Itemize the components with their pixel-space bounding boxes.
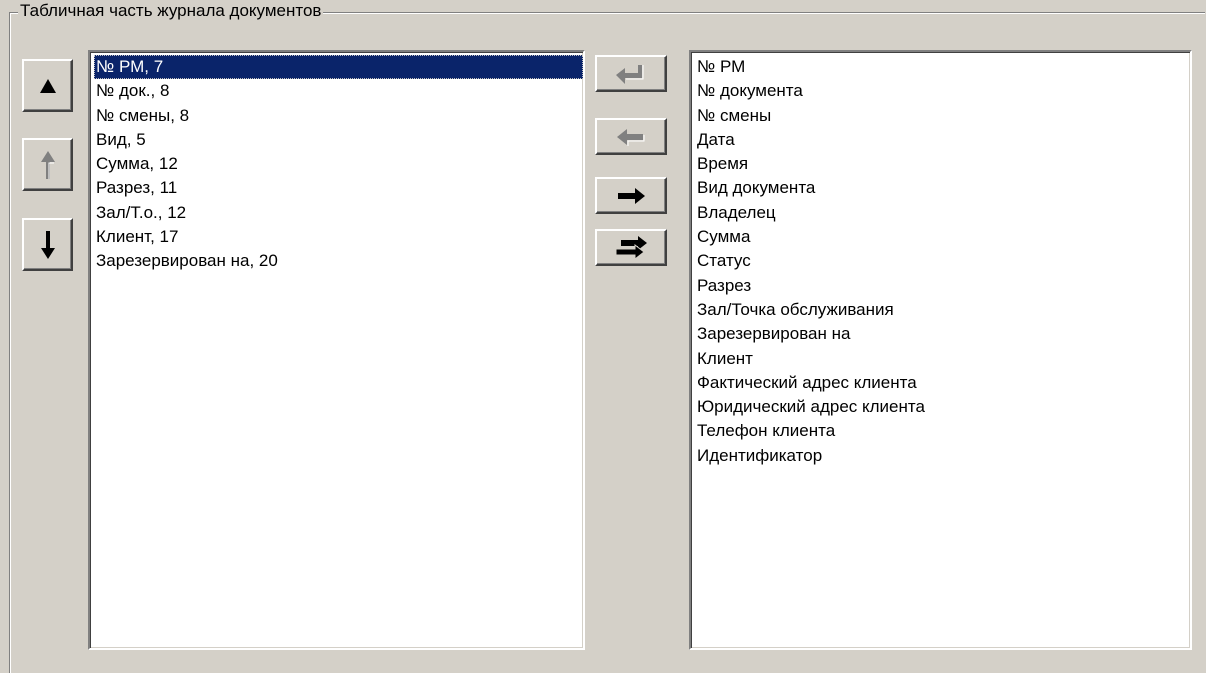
group-title: Табличная часть журнала документов [18,1,324,21]
list-item[interactable]: Фактический адрес клиента [695,371,1190,395]
move-down-button[interactable] [22,218,73,271]
list-item[interactable]: Зарезервирован на, 20 [94,249,583,273]
triangle-up-icon [39,78,56,93]
list-item[interactable]: Разрез [695,274,1190,298]
list-item[interactable]: № документа [695,79,1190,103]
list-item[interactable]: Идентификатор [695,444,1190,468]
add-selected-button[interactable] [595,118,667,155]
list-item[interactable]: № смены [695,104,1190,128]
list-item[interactable]: Зал/Точка обслуживания [695,298,1190,322]
arrow-left-icon [617,128,645,146]
list-item[interactable]: Телефон клиента [695,419,1190,443]
list-item[interactable]: Разрез, 11 [94,176,583,200]
list-item[interactable]: Вид, 5 [94,128,583,152]
list-item[interactable]: № смены, 8 [94,104,583,128]
list-item[interactable]: Время [695,152,1190,176]
arrow-up-icon [40,150,55,179]
list-item[interactable]: № РМ [695,55,1190,79]
list-item[interactable]: Клиент [695,347,1190,371]
list-item[interactable]: № РМ, 7 [94,55,583,80]
list-item[interactable]: Статус [695,249,1190,273]
return-arrow-icon [616,64,644,84]
list-item[interactable]: Клиент, 17 [94,225,583,249]
double-arrow-right-icon [615,235,647,260]
arrow-right-icon [618,187,645,204]
list-item[interactable]: № док., 8 [94,79,583,103]
list-item[interactable]: Вид документа [695,176,1190,200]
add-all-button[interactable] [595,55,667,92]
move-to-top-button[interactable] [22,59,73,112]
available-columns-list[interactable]: № РМ № документа № смены Дата Время Вид докум… [689,50,1192,650]
selected-columns-list[interactable]: № РМ, 7 № док., 8 № смены, 8 Вид, 5 Сумма, 1… [88,50,585,650]
move-up-button[interactable] [22,138,73,191]
list-item[interactable]: Дата [695,128,1190,152]
list-item[interactable]: Сумма, 12 [94,152,583,176]
list-item[interactable]: Зал/Т.о., 12 [94,201,583,225]
list-item[interactable]: Сумма [695,225,1190,249]
list-item[interactable]: Юридический адрес клиента [695,395,1190,419]
list-item[interactable]: Владелец [695,201,1190,225]
remove-selected-button[interactable] [595,177,667,214]
list-item[interactable]: Зарезервирован на [695,322,1190,346]
remove-all-button[interactable] [595,229,667,266]
arrow-down-icon [40,230,55,259]
